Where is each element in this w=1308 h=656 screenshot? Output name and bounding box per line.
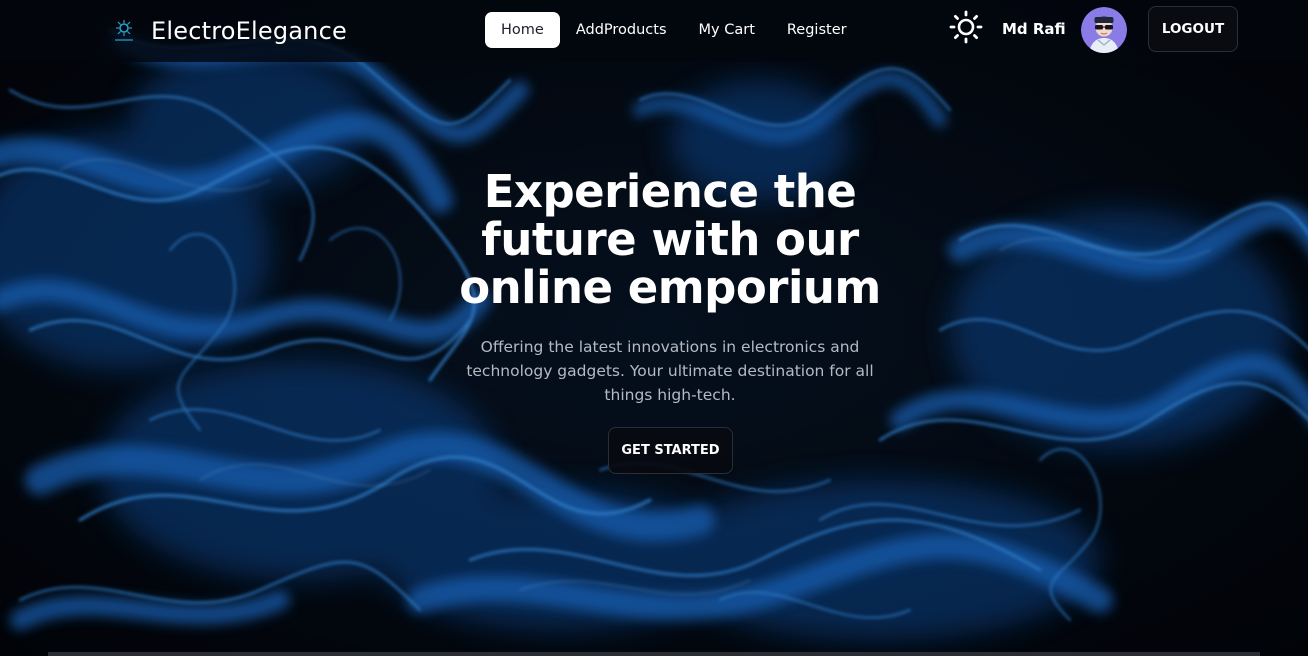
- horizontal-scrollbar[interactable]: [48, 652, 1260, 656]
- nav-links: Home AddProducts My Cart Register: [485, 12, 863, 48]
- user-name: Md Rafi: [1002, 20, 1066, 38]
- user-avatar[interactable]: [1081, 7, 1127, 53]
- hero-background-image: [0, 0, 1308, 656]
- nav-link-register[interactable]: Register: [771, 12, 863, 48]
- navbar: ElectroElegance Home AddProducts My Cart…: [0, 0, 1308, 62]
- page: ElectroElegance Home AddProducts My Cart…: [0, 0, 1308, 656]
- logout-button[interactable]: LOGOUT: [1148, 6, 1238, 52]
- brand[interactable]: ElectroElegance: [112, 13, 347, 49]
- hero-subtitle: Offering the latest innovations in elect…: [466, 338, 874, 404]
- nav-link-my-cart[interactable]: My Cart: [683, 12, 771, 48]
- nav-link-add-products[interactable]: AddProducts: [560, 12, 683, 48]
- sun-icon: [949, 10, 983, 44]
- hero-title: Experience the future with our online em…: [459, 165, 881, 314]
- nav-link-home[interactable]: Home: [485, 12, 560, 48]
- brand-name: ElectroElegance: [151, 17, 347, 45]
- circuit-logo-icon: [112, 18, 136, 44]
- user-avatar-icon: [1081, 7, 1127, 53]
- theme-toggle-button[interactable]: [948, 9, 984, 45]
- get-started-button[interactable]: GET STARTED: [608, 427, 733, 474]
